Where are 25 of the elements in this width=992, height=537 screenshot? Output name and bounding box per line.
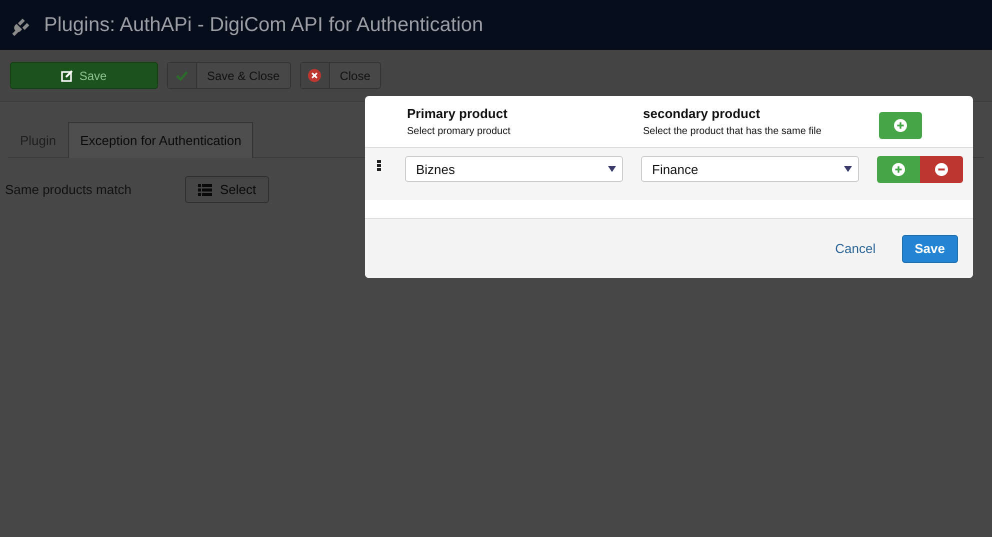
select-button[interactable]: Select: [185, 176, 270, 203]
save-button[interactable]: Save: [902, 234, 958, 262]
plus-icon: [892, 163, 905, 176]
remove-button[interactable]: [920, 156, 963, 183]
column-title: secondary product: [643, 106, 762, 121]
caret-icon: [844, 166, 852, 172]
close-icon: [308, 69, 322, 82]
tab[interactable]: Exception for Authentication: [68, 122, 254, 158]
drag-handle-icon[interactable]: [377, 160, 381, 171]
cancel-link[interactable]: Cancel: [829, 240, 882, 257]
window-title: Plugins: AuthAPi - DigiCom API for Authentication: [44, 14, 484, 36]
column-title: Primary product: [407, 106, 508, 121]
list-icon: [198, 184, 212, 196]
column-hint: Select the product that has the same file: [643, 126, 822, 137]
save-button[interactable]: Save: [10, 62, 158, 89]
column-hint: Select promary product: [407, 126, 512, 137]
add-button[interactable]: [877, 156, 920, 183]
caret-icon: [608, 166, 616, 172]
dropdown[interactable]: Biznes: [405, 156, 623, 182]
edit-icon: [61, 70, 74, 82]
plus-icon: [894, 119, 907, 132]
check-icon: [176, 70, 188, 82]
add-button[interactable]: [879, 112, 922, 139]
minus-icon: [935, 163, 948, 176]
dropdown[interactable]: Finance: [641, 156, 859, 182]
